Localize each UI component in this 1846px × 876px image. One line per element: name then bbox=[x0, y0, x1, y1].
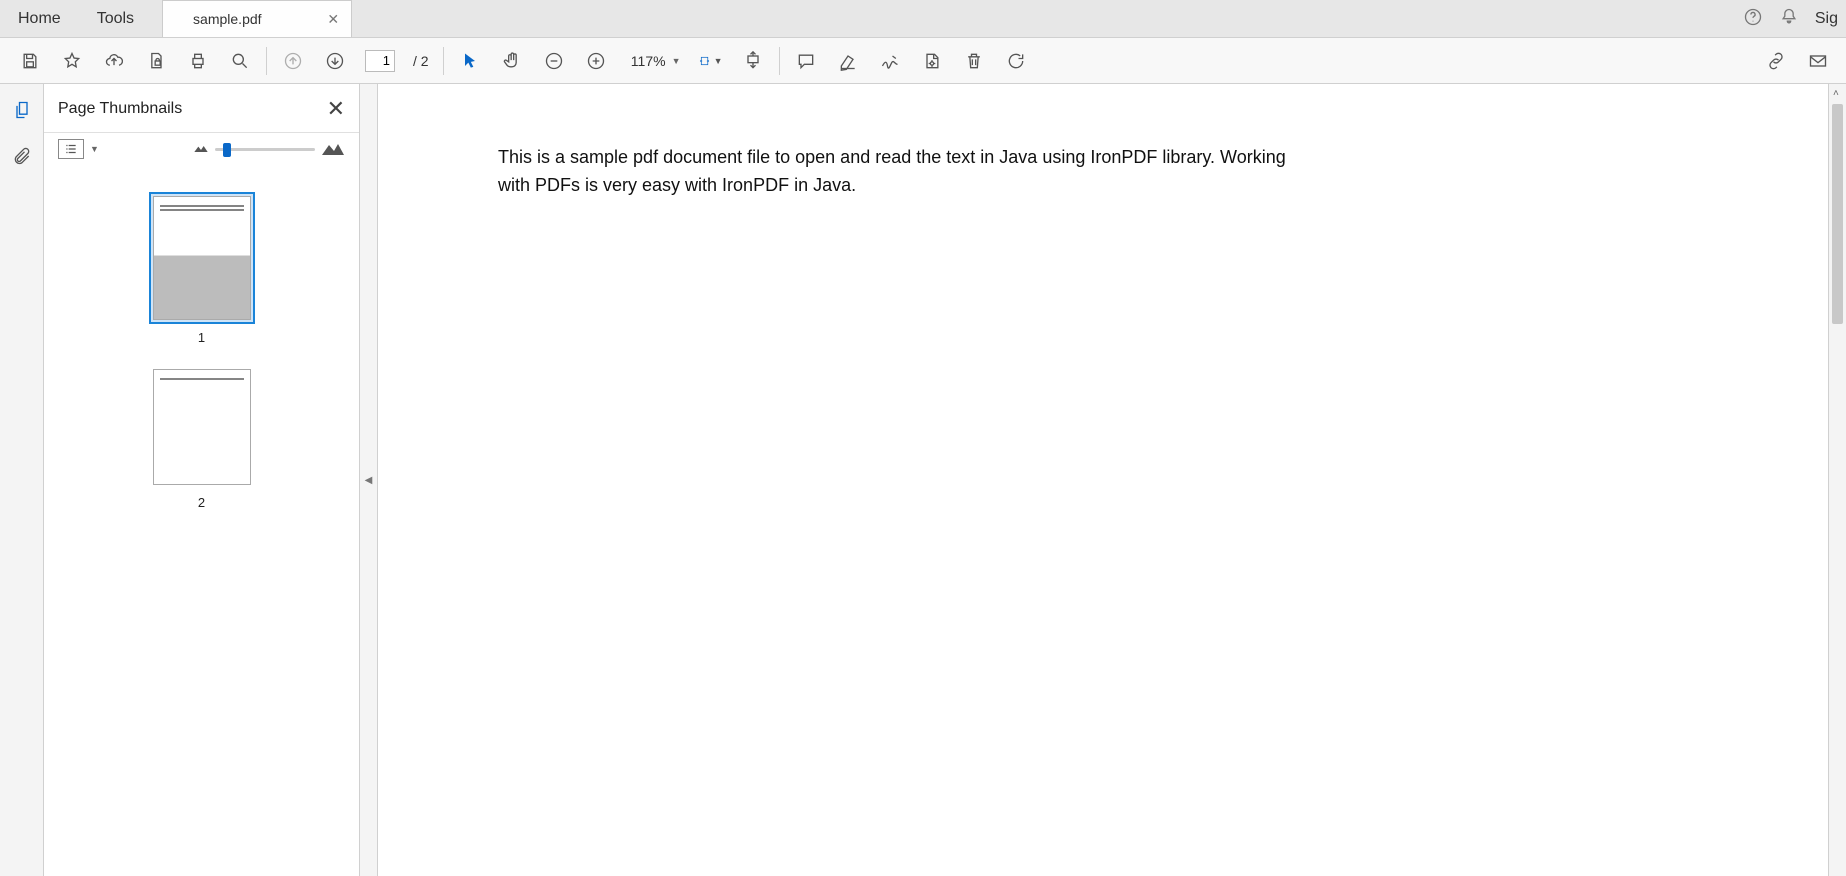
link-share-icon[interactable] bbox=[1764, 47, 1788, 75]
close-thumbnails-button[interactable]: ✕ bbox=[327, 96, 345, 122]
thumbnail-options-button[interactable] bbox=[58, 139, 84, 159]
scrollbar-thumb[interactable] bbox=[1832, 104, 1843, 324]
scroll-up-icon[interactable]: ˄ bbox=[1833, 88, 1839, 99]
delete-icon[interactable] bbox=[962, 47, 986, 75]
chevron-down-icon: ▼ bbox=[672, 56, 681, 66]
page-number-input[interactable] bbox=[365, 50, 395, 72]
thumb-large-icon[interactable] bbox=[321, 140, 345, 159]
bell-icon[interactable] bbox=[1779, 7, 1799, 31]
stamp-icon[interactable] bbox=[920, 47, 944, 75]
tabbar: Home Tools sample.pdf ✕ Sig bbox=[0, 0, 1846, 38]
zoom-in-icon[interactable] bbox=[584, 47, 608, 75]
star-icon[interactable] bbox=[60, 47, 84, 75]
search-icon[interactable] bbox=[228, 47, 252, 75]
thumbnail-page-number: 1 bbox=[198, 330, 205, 345]
document-page: This is a sample pdf document file to op… bbox=[378, 84, 1438, 260]
fit-width-icon[interactable]: ▼ bbox=[699, 47, 723, 75]
panel-collapse-handle[interactable]: ◀ bbox=[360, 84, 378, 876]
print-icon[interactable] bbox=[186, 47, 210, 75]
thumbnails-title: Page Thumbnails bbox=[58, 100, 182, 118]
cloud-upload-icon[interactable] bbox=[102, 47, 126, 75]
document-viewport[interactable]: This is a sample pdf document file to op… bbox=[378, 84, 1828, 876]
comment-icon[interactable] bbox=[794, 47, 818, 75]
thumbnail-page-1[interactable]: 1 bbox=[149, 192, 255, 345]
select-tool-icon[interactable] bbox=[458, 47, 482, 75]
email-icon[interactable] bbox=[1806, 47, 1830, 75]
help-icon[interactable] bbox=[1743, 7, 1763, 31]
thumb-small-icon[interactable] bbox=[193, 141, 209, 157]
vertical-scrollbar[interactable]: ˄ bbox=[1828, 84, 1846, 876]
thumbnail-size-slider[interactable] bbox=[215, 148, 315, 151]
thumbnails-tab-button[interactable] bbox=[10, 98, 34, 122]
zoom-dropdown[interactable]: 117% ▼ bbox=[626, 53, 681, 69]
page-up-icon[interactable] bbox=[281, 47, 305, 75]
zoom-value: 117% bbox=[626, 53, 666, 69]
thumbnails-panel: Page Thumbnails ✕ ▼ 1 2 bbox=[44, 84, 360, 876]
tab-document-label: sample.pdf bbox=[193, 11, 261, 27]
close-tab-button[interactable]: ✕ bbox=[327, 11, 339, 28]
tab-document[interactable]: sample.pdf ✕ bbox=[162, 0, 352, 37]
chevron-left-icon: ◀ bbox=[365, 475, 373, 486]
zoom-out-icon[interactable] bbox=[542, 47, 566, 75]
sign-icon[interactable] bbox=[878, 47, 902, 75]
save-icon[interactable] bbox=[18, 47, 42, 75]
tab-tools[interactable]: Tools bbox=[79, 0, 152, 37]
attachments-tab-button[interactable] bbox=[10, 144, 34, 168]
page-total-label: / 2 bbox=[413, 53, 429, 69]
thumbnails-list: 1 2 bbox=[44, 172, 359, 876]
page-down-icon[interactable] bbox=[323, 47, 347, 75]
tab-home[interactable]: Home bbox=[0, 0, 79, 37]
document-body-text: This is a sample pdf document file to op… bbox=[498, 144, 1318, 200]
lock-page-icon[interactable] bbox=[144, 47, 168, 75]
thumbnail-page-2[interactable]: 2 bbox=[149, 365, 255, 510]
thumbnail-page-number: 2 bbox=[198, 495, 205, 510]
chevron-down-icon: ▼ bbox=[90, 144, 99, 154]
highlight-icon[interactable] bbox=[836, 47, 860, 75]
content-area: Page Thumbnails ✕ ▼ 1 2 bbox=[0, 84, 1846, 876]
sign-in-label[interactable]: Sig bbox=[1815, 10, 1838, 28]
hand-tool-icon[interactable] bbox=[500, 47, 524, 75]
tabbar-right: Sig bbox=[1743, 0, 1846, 37]
thumbnails-tools: ▼ bbox=[44, 133, 359, 172]
main-toolbar: / 2 117% ▼ ▼ bbox=[0, 38, 1846, 84]
rotate-icon[interactable] bbox=[1004, 47, 1028, 75]
scroll-mode-icon[interactable] bbox=[741, 47, 765, 75]
left-rail bbox=[0, 84, 44, 876]
